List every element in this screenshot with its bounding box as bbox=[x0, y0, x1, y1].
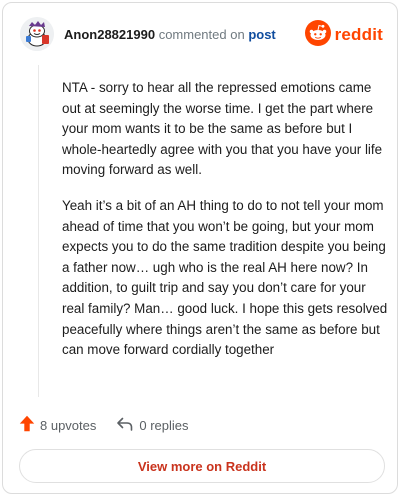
reddit-wordmark: reddit bbox=[334, 25, 383, 44]
comment-card: Anon28821990 commented on post reddit NT… bbox=[2, 2, 398, 494]
comment-body: NTA - sorry to hear all the repressed em… bbox=[62, 78, 390, 376]
view-more-button[interactable]: View more on Reddit bbox=[19, 449, 385, 483]
user-avatar-icon[interactable] bbox=[20, 17, 54, 51]
upvote-count: 8 upvotes bbox=[40, 417, 97, 433]
comment-actions: 8 upvotes 0 replies bbox=[19, 415, 209, 435]
commented-on-text: commented on bbox=[158, 27, 245, 42]
reddit-brand[interactable]: reddit bbox=[304, 19, 383, 51]
thread-line bbox=[38, 65, 39, 397]
reply-count: 0 replies bbox=[139, 417, 189, 433]
comment-paragraph: NTA - sorry to hear all the repressed em… bbox=[62, 80, 383, 178]
reddit-logo-icon bbox=[304, 19, 331, 51]
upvote-arrow-icon bbox=[19, 415, 35, 435]
upvote-button[interactable]: 8 upvotes bbox=[19, 415, 96, 435]
comment-paragraph: Yeah it’s a bit of an AH thing to do to … bbox=[62, 197, 388, 358]
reply-button[interactable]: 0 replies bbox=[116, 416, 189, 435]
comment-header: Anon28821990 commented on post reddit bbox=[20, 17, 383, 53]
comment-byline: Anon28821990 commented on post bbox=[64, 27, 276, 42]
post-link[interactable]: post bbox=[248, 27, 275, 42]
username-link[interactable]: Anon28821990 bbox=[64, 27, 155, 42]
reply-arrow-icon bbox=[116, 416, 134, 435]
